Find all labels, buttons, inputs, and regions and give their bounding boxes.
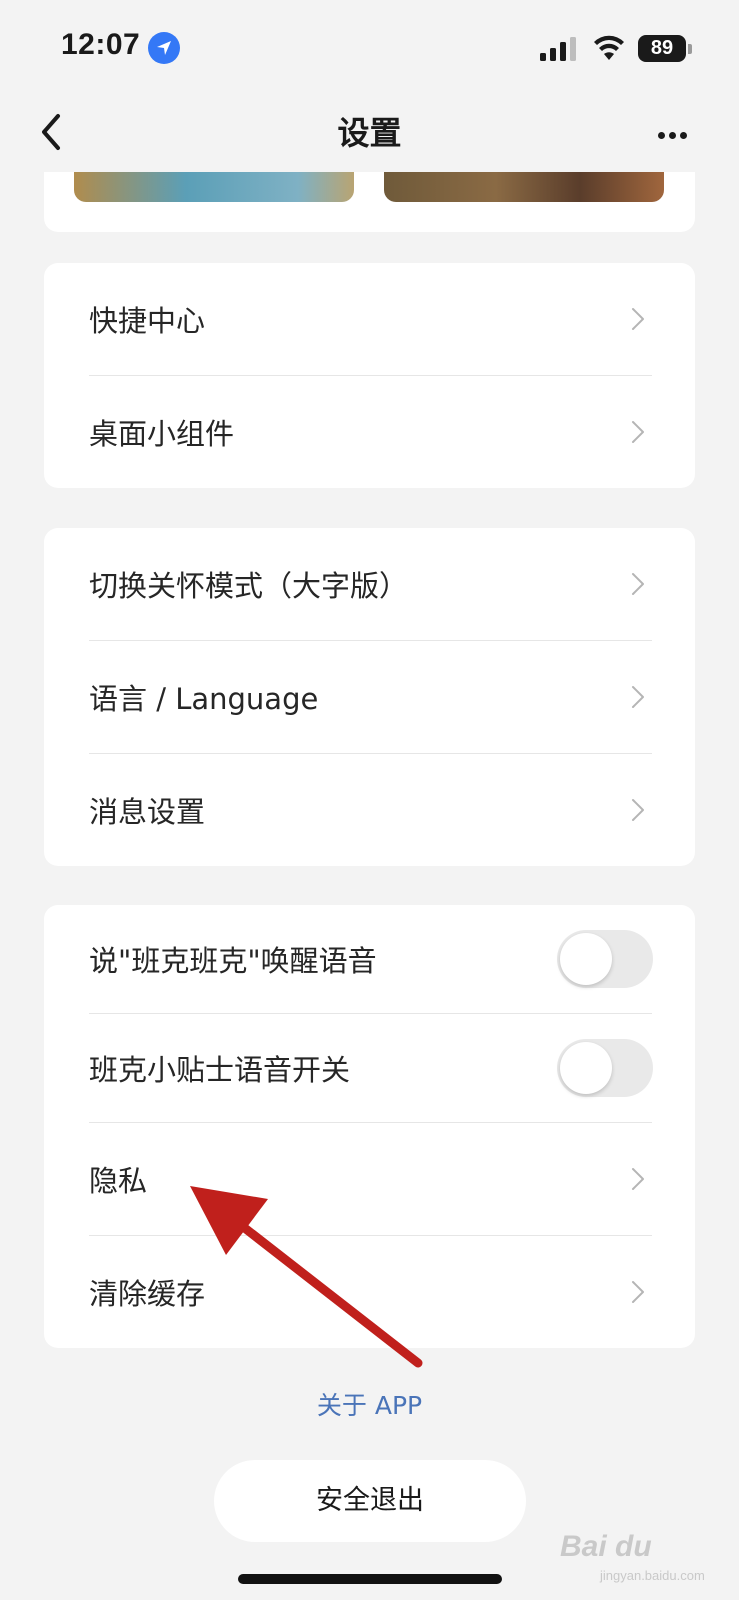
row-label: 隐私 <box>89 1164 148 1198</box>
signal-icon <box>540 37 576 61</box>
wifi-icon <box>594 35 624 60</box>
location-icon <box>148 32 180 64</box>
row-label: 消息设置 <box>89 795 206 829</box>
banner-image[interactable] <box>384 172 664 202</box>
logout-button[interactable]: 安全退出 <box>214 1460 526 1542</box>
page-title: 设置 <box>337 114 402 152</box>
status-bar: 12:07 89 <box>0 0 739 96</box>
settings-row-privacy[interactable]: 隐私 <box>44 1123 695 1235</box>
row-label: 清除缓存 <box>89 1277 206 1311</box>
chevron-right-icon <box>632 421 644 443</box>
watermark: Bai du jingyan.baidu.com <box>560 1530 705 1583</box>
banner-card <box>44 172 695 232</box>
settings-row-shortcut-center[interactable]: 快捷中心 <box>44 263 695 375</box>
settings-row-care-mode[interactable]: 切换关怀模式（大字版） <box>44 528 695 640</box>
row-label: 快捷中心 <box>89 304 206 338</box>
settings-section-1: 快捷中心 桌面小组件 <box>44 263 695 488</box>
row-label: 班克小贴士语音开关 <box>89 1053 351 1087</box>
chevron-right-icon <box>632 686 644 708</box>
row-label: 语言 / Language <box>89 682 319 716</box>
battery-icon: 89 <box>638 35 686 62</box>
toggle-knob <box>560 933 612 985</box>
chevron-right-icon <box>632 1281 644 1303</box>
settings-row-tips-voice: 班克小贴士语音开关 <box>44 1014 695 1122</box>
settings-row-message-settings[interactable]: 消息设置 <box>44 754 695 866</box>
chevron-right-icon <box>632 308 644 330</box>
settings-row-wake-voice: 说"班克班克"唤醒语音 <box>44 905 695 1013</box>
status-time: 12:07 <box>61 28 141 61</box>
chevron-right-icon <box>632 1168 644 1190</box>
settings-section-3: 说"班克班克"唤醒语音 班克小贴士语音开关 隐私 清除缓存 <box>44 905 695 1348</box>
row-label: 切换关怀模式（大字版） <box>89 569 409 603</box>
banner-image[interactable] <box>74 172 354 202</box>
chevron-right-icon <box>632 573 644 595</box>
tips-voice-toggle[interactable] <box>557 1039 653 1097</box>
settings-row-language[interactable]: 语言 / Language <box>44 641 695 753</box>
battery-cap <box>688 44 692 54</box>
about-app-link[interactable]: 关于 APP <box>0 1386 739 1422</box>
settings-row-clear-cache[interactable]: 清除缓存 <box>44 1236 695 1348</box>
settings-section-2: 切换关怀模式（大字版） 语言 / Language 消息设置 <box>44 528 695 866</box>
more-dots-icon[interactable] <box>658 124 694 139</box>
wake-voice-toggle[interactable] <box>557 930 653 988</box>
row-label: 桌面小组件 <box>89 417 235 451</box>
home-indicator <box>238 1574 502 1584</box>
toggle-knob <box>560 1042 612 1094</box>
chevron-right-icon <box>632 799 644 821</box>
row-label: 说"班克班克"唤醒语音 <box>89 944 377 978</box>
settings-row-desktop-widgets[interactable]: 桌面小组件 <box>44 376 695 488</box>
